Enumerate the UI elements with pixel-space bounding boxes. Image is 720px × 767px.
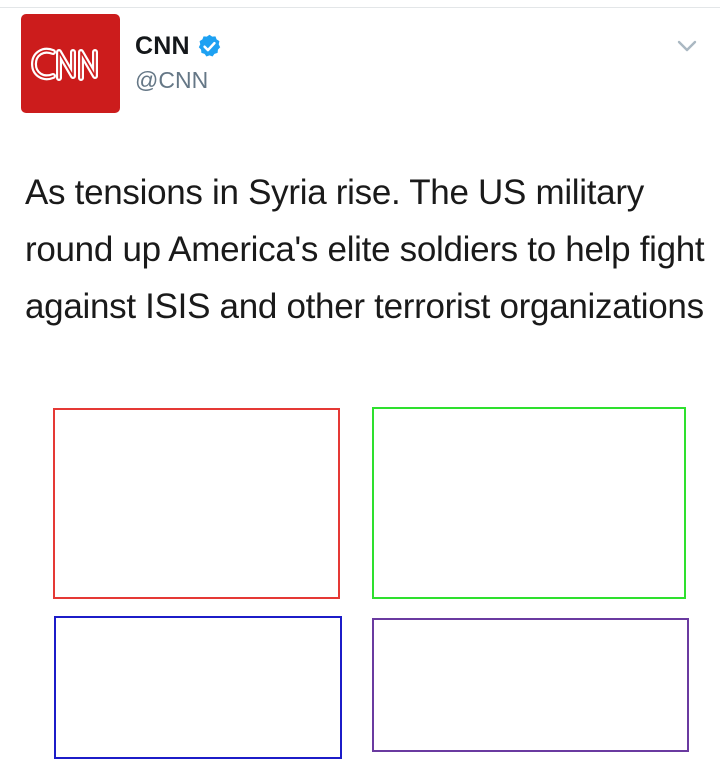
media-box-top-right[interactable] xyxy=(372,407,686,599)
verified-badge-icon xyxy=(198,34,220,57)
name-row: CNN xyxy=(135,31,223,61)
media-box-bottom-left[interactable] xyxy=(54,616,342,759)
media-box-bottom-right[interactable] xyxy=(372,618,689,752)
account-info: CNN @CNN xyxy=(135,31,223,94)
tweet-text: As tensions in Syria rise. The US milita… xyxy=(25,173,705,326)
media-box-top-left[interactable] xyxy=(53,408,340,599)
display-name[interactable]: CNN xyxy=(135,32,190,61)
avatar[interactable] xyxy=(21,14,120,113)
cnn-logo xyxy=(30,47,98,81)
chevron-down-icon[interactable] xyxy=(676,38,698,54)
handle[interactable]: @CNN xyxy=(135,67,223,94)
tweet-card: CNN @CNN As tensions in Syria rise. The … xyxy=(0,0,720,767)
